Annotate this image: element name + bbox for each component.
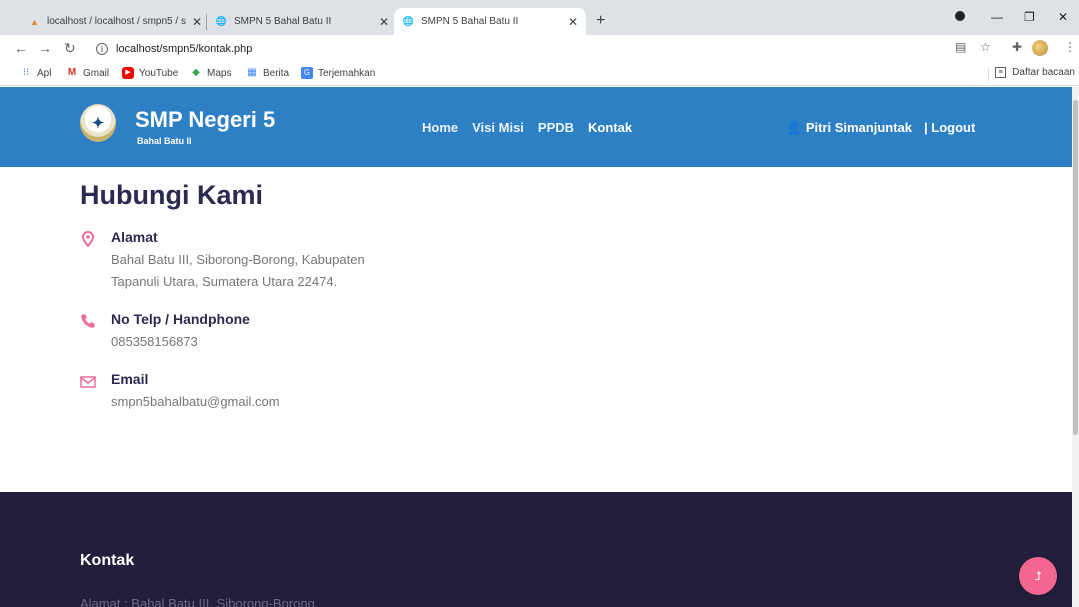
phone-icon [81,314,95,328]
tab-title: localhost / localhost / smpn5 / s [47,16,186,27]
address-label: Alamat [111,229,158,245]
window-close-icon[interactable]: ✕ [1058,10,1068,24]
bookmark-label: Gmail [83,67,110,79]
nav-ppdb[interactable]: PPDB [538,120,574,135]
globe-icon: 🌐 [215,16,228,26]
new-tab-button[interactable]: + [596,13,605,29]
user-icon: 👤 [786,120,803,135]
tab-title: SMPN 5 Bahal Batu II [234,16,332,27]
contact-phone: No Telp / Handphone 085358156873 [80,311,780,353]
contact-address: Alamat Bahal Batu III, Siborong-Borong, … [80,229,780,293]
translate-icon: G [301,67,313,79]
tab-phpmyadmin[interactable]: ▲ localhost / localhost / smpn5 / s ✕ [20,8,210,35]
info-icon[interactable]: i [96,43,108,55]
user-name: Pitri Simanjuntak [805,120,913,135]
bookmark-label: Apl [37,67,52,79]
bookmark-maps[interactable]: ◆ Maps [190,67,231,79]
youtube-icon: ▶ [122,67,134,79]
contact-section: Hubungi Kami Alamat Bahal Batu III, Sibo… [80,180,780,431]
scrollbar-thumb[interactable] [1073,100,1078,435]
close-icon[interactable]: ✕ [568,15,578,29]
bookmark-gmail[interactable]: M Gmail [66,67,109,79]
translate-page-icon[interactable]: ▤ [955,40,966,54]
nav-kontak[interactable]: Kontak [588,120,632,135]
news-icon: ▦ [247,67,257,78]
bookmark-berita[interactable]: ▦ Berita [246,67,289,79]
user-area: 👤 Pitri Simanjuntak | Logout [786,120,975,136]
menu-dots-icon[interactable]: ⋮ [1064,40,1076,54]
tab-smpn5-active[interactable]: 🌐 SMPN 5 Bahal Batu II ✕ [394,8,586,35]
tab-smpn5-1[interactable]: 🌐 SMPN 5 Bahal Batu II ✕ [207,8,397,35]
profile-avatar[interactable] [1032,40,1048,56]
forward-arrow-icon[interactable]: → [38,39,52,57]
tab-title: SMPN 5 Bahal Batu II [421,16,519,27]
brand-subtitle: Bahal Batu II [137,136,192,146]
arrow-up-icon: ⮥ [1034,568,1042,583]
user-menu[interactable]: 👤 Pitri Simanjuntak [786,120,912,136]
apps-grid-icon: ⁝⁝ [22,67,30,78]
url-text: localhost/smpn5/kontak.php [116,43,253,55]
reading-list-label: Daftar bacaan [1012,67,1075,78]
globe-icon: 🌐 [402,16,415,26]
reload-icon[interactable]: ↻ [64,39,76,57]
bookmark-label: Maps [207,67,232,79]
reading-list-icon: ≡ [995,67,1007,78]
page-title: Hubungi Kami [80,180,263,210]
back-arrow-icon[interactable]: ← [14,39,28,57]
minimize-icon[interactable]: — [991,10,1003,24]
bookmarks-separator [988,68,989,81]
close-icon[interactable]: ✕ [379,15,389,29]
main-navigation: Home Visi Misi PPDB Kontak [422,120,632,135]
school-logo[interactable]: ✦ [80,104,116,142]
footer-title: Kontak [80,552,135,569]
nav-visi-misi[interactable]: Visi Misi [472,120,524,135]
browser-toolbar: ← → ↻ i localhost/smpn5/kontak.php ▤ ☆ ✚… [0,35,1079,62]
phone-text: 085358156873 [111,334,198,349]
close-icon[interactable]: ✕ [192,15,202,29]
bookmark-label: YouTube [139,67,179,79]
map-marker-icon [81,231,95,247]
maps-icon: ◆ [192,67,200,78]
gmail-icon: M [67,67,77,78]
email-label: Email [111,371,149,387]
brand-title[interactable]: SMP Negeri 5 [135,107,275,133]
bookmarks-bar: ⁝⁝ Apl M Gmail ▶ YouTube ◆ Maps ▦ Berita… [0,62,1079,86]
email-text[interactable]: smpn5bahalbatu@gmail.com [111,391,411,413]
bookmark-youtube[interactable]: ▶ YouTube [122,67,178,79]
logo-emblem-icon: ✦ [91,115,105,132]
nav-home[interactable]: Home [422,120,458,135]
reading-list[interactable]: ≡ Daftar bacaan [995,67,1075,78]
bookmark-label: Berita [263,67,290,79]
bookmark-terjemahkan[interactable]: G Terjemahkan [301,67,375,79]
browser-tab-strip: ▲ localhost / localhost / smpn5 / s ✕ 🌐 … [0,0,1079,35]
phone-label: No Telp / Handphone [111,311,250,327]
back-to-top-button[interactable]: ⮥ [1019,557,1057,595]
address-text: Bahal Batu III, Siborong-Borong, Kabupat… [111,252,365,289]
site-header: ✦ SMP Negeri 5 Bahal Batu II Home Visi M… [0,87,1072,167]
footer-address: Alamat : Bahal Batu III, Siborong-Borong… [80,596,319,607]
envelope-icon [80,376,96,388]
profile-dot-icon[interactable] [955,11,965,21]
restore-icon[interactable]: ❐ [1024,10,1035,24]
address-bar[interactable]: i localhost/smpn5/kontak.php [96,39,941,59]
site-footer: Kontak Alamat : Bahal Batu III, Siborong… [0,492,1072,607]
logout-link[interactable]: | Logout [924,120,975,136]
bookmark-apps[interactable]: ⁝⁝ Apl [20,67,52,79]
extensions-icon[interactable]: ✚ [1012,40,1022,54]
star-icon[interactable]: ☆ [980,40,991,54]
phpmyadmin-icon: ▲ [30,16,39,27]
contact-email: Email smpn5bahalbatu@gmail.com [80,371,780,413]
bookmark-label: Terjemahkan [318,67,376,79]
